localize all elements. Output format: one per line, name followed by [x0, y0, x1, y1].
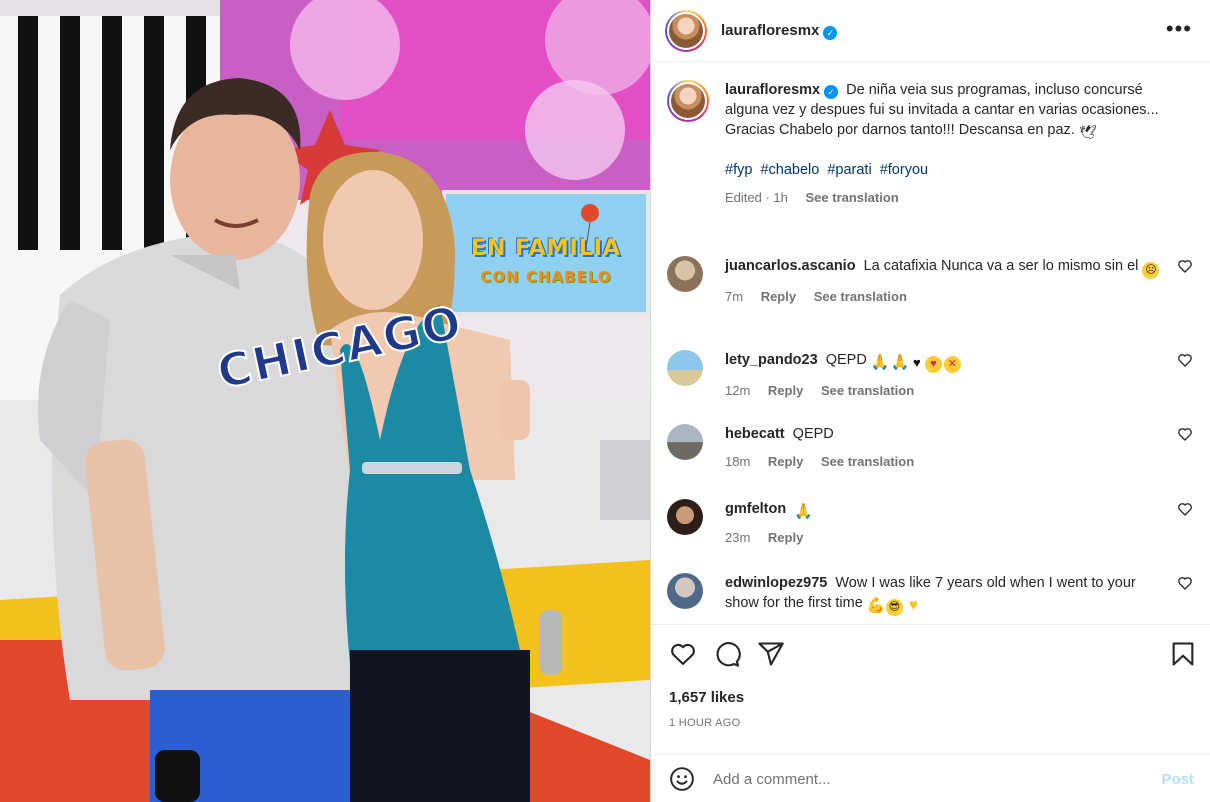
comment-body: hebecatt QEPD 18m Reply See translation [725, 424, 1165, 472]
comment-username[interactable]: juancarlos.ascanio [725, 258, 856, 274]
hashtag-link[interactable]: #foryou [880, 162, 928, 178]
caption-username[interactable]: laurafloresmx ✓ [725, 82, 839, 99]
heart-icon[interactable] [1177, 575, 1193, 591]
see-translation-link[interactable]: See translation [821, 454, 914, 469]
comment-text: QEPD [792, 426, 834, 442]
comment-time: 7m [725, 289, 744, 304]
caption-body: laurafloresmx ✓ De niña veia sus programa… [725, 80, 1165, 208]
folded-hands-emoji-icon: 🙏 [890, 354, 910, 371]
heart-icon[interactable] [669, 640, 697, 668]
edited-label: Edited · 1h [725, 190, 788, 205]
heart-eyes-emoji-icon: ♥ [924, 356, 942, 373]
stage-sign: EN FAMILIA CON CHABELO [444, 192, 648, 314]
see-translation-link[interactable]: See translation [806, 190, 899, 205]
sunglasses-face-emoji-icon: 😎 [885, 599, 903, 616]
comment-body: juancarlos.ascanio La catafixia Nunca va… [725, 256, 1165, 307]
yellow-heart-emoji-icon: ♥ [908, 597, 919, 614]
kissing-face-emoji-icon: ✕ [943, 356, 961, 373]
comment-meta: 7m Reply See translation [725, 287, 1165, 307]
comment-meta: 12m Reply See translation [725, 381, 1165, 401]
stage-sign-subtitle: CON CHABELO [480, 268, 612, 286]
heart-icon[interactable] [1177, 501, 1193, 517]
reply-button[interactable]: Reply [768, 383, 803, 398]
hashtag-link[interactable]: #chabelo [760, 162, 819, 178]
emoji-icon[interactable] [669, 766, 695, 792]
hashtag-link[interactable]: #parati [827, 162, 871, 178]
hashtag-link[interactable]: #fyp [725, 162, 752, 178]
heart-icon[interactable] [1177, 258, 1193, 274]
folded-hands-emoji-icon: 🙏 [870, 354, 890, 371]
author-username[interactable]: laurafloresmx ✓ [721, 22, 838, 40]
comment-time: 18m [725, 454, 751, 469]
folded-hands-emoji-icon: 🙏 [794, 503, 813, 520]
disappointed-face-emoji-icon: ☹ [1142, 262, 1160, 279]
heart-icon[interactable] [1177, 426, 1193, 442]
comment-username[interactable]: edwinlopez975 [725, 575, 827, 591]
share-icon[interactable] [757, 640, 785, 668]
flexed-biceps-emoji-icon: 💪 [866, 597, 886, 614]
reply-button[interactable]: Reply [768, 530, 803, 545]
dove-emoji-icon: 🕊 [1078, 124, 1097, 140]
commenter-avatar[interactable] [667, 573, 703, 609]
commenter-avatar[interactable] [667, 256, 703, 292]
post-header: laurafloresmx ✓ ••• [651, 0, 1210, 62]
photo-scene [0, 0, 650, 802]
comment-body: gmfelton 🙏 23m Reply [725, 499, 1165, 548]
post-comment-button[interactable]: Post [1161, 771, 1194, 788]
post-actions [667, 640, 1197, 674]
commenter-avatar[interactable] [667, 499, 703, 535]
heart-icon[interactable] [1177, 352, 1193, 368]
caption-meta: Edited · 1h See translation [725, 188, 1165, 208]
commenter-avatar[interactable] [667, 424, 703, 460]
comment-time: 12m [725, 383, 751, 398]
comment-icon[interactable] [713, 640, 741, 668]
comment-username[interactable]: hebecatt [725, 426, 785, 442]
author-avatar[interactable] [667, 80, 709, 122]
verified-badge-icon: ✓ [824, 85, 839, 99]
comment-body: lety_pando23 QEPD 🙏🙏 ♥ ♥ ✕ 12m Reply See tr… [725, 350, 1165, 401]
comment-text: QEPD [825, 352, 867, 368]
likes-count[interactable]: 1,657 likes [669, 689, 744, 706]
reply-button[interactable]: Reply [768, 454, 803, 469]
author-avatar[interactable] [665, 9, 707, 52]
comment-meta: 18m Reply See translation [725, 452, 1165, 472]
hashtag-list: #fyp #chabelo #parati #foryou [725, 160, 1165, 180]
add-comment-input[interactable] [713, 767, 1133, 791]
commenter-avatar[interactable] [667, 350, 703, 386]
post-photo: EN FAMILIA CON CHABELO CHICAGO [0, 0, 650, 802]
comments-list[interactable]: laurafloresmx ✓ De niña veia sus programa… [651, 63, 1210, 625]
see-translation-link[interactable]: See translation [821, 383, 914, 398]
post-side-panel: laurafloresmx ✓ ••• laurafloresmx ✓ De niñ… [650, 0, 1210, 802]
bookmark-icon[interactable] [1169, 640, 1197, 668]
post-timestamp: 1 HOUR AGO [669, 717, 741, 729]
comment-meta: 23m Reply [725, 528, 1165, 548]
comment-time: 23m [725, 530, 751, 545]
see-translation-link[interactable]: See translation [814, 289, 907, 304]
verified-badge-icon: ✓ [823, 25, 838, 40]
comment-username[interactable]: lety_pando23 [725, 352, 818, 368]
reply-button[interactable]: Reply [761, 289, 796, 304]
comment-text: La catafixia Nunca va a ser lo mismo sin… [863, 258, 1139, 274]
black-heart-emoji-icon: ♥ [912, 355, 921, 370]
more-options-icon[interactable]: ••• [1166, 16, 1192, 42]
comment-composer: Post [651, 754, 1210, 802]
comment-username[interactable]: gmfelton [725, 501, 786, 517]
stage-sign-title: EN FAMILIA [471, 236, 621, 261]
comment-body: edwinlopez975 Wow I was like 7 years old… [725, 573, 1165, 616]
